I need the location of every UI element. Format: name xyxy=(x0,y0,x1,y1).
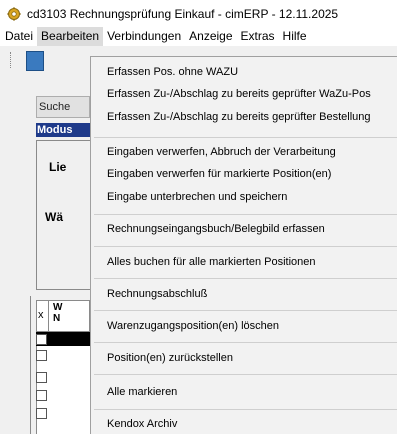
menu-item-warenzugang-loeschen[interactable]: Warenzugangsposition(en) löschen xyxy=(107,320,279,332)
row-checkbox[interactable] xyxy=(36,408,47,419)
gear-icon xyxy=(7,6,21,21)
search-button[interactable]: Suche xyxy=(36,96,90,118)
grid-divider xyxy=(48,300,49,332)
menu-separator xyxy=(94,246,397,247)
menu-item-rechnungsabschluss[interactable]: Rechnungsabschluß xyxy=(107,288,207,300)
toolbar-separator xyxy=(10,52,13,68)
menu-verbindungen[interactable]: Verbindungen xyxy=(103,27,185,46)
menu-bar: Datei Bearbeiten Verbindungen Anzeige Ex… xyxy=(0,27,397,46)
menu-item-rechnungseingangsbuch[interactable]: Rechnungseingangsbuch/Belegbild erfassen xyxy=(107,223,325,235)
grid-header xyxy=(36,300,90,332)
document-icon[interactable] xyxy=(26,51,44,71)
menu-separator xyxy=(94,278,397,279)
menu-item-alles-buchen[interactable]: Alles buchen für alle markierten Positio… xyxy=(107,256,316,268)
menu-separator xyxy=(94,409,397,410)
menu-separator xyxy=(94,374,397,375)
grid-select-column[interactable]: x xyxy=(38,309,44,321)
row-checkbox[interactable] xyxy=(36,372,47,383)
menu-item-alle-markieren[interactable]: Alle markieren xyxy=(107,386,177,398)
menu-bearbeiten[interactable]: Bearbeiten xyxy=(37,27,104,46)
grid-column-header[interactable]: W N xyxy=(53,302,62,324)
menu-hilfe[interactable]: Hilfe xyxy=(279,27,311,46)
menu-separator xyxy=(94,137,397,138)
menu-separator xyxy=(94,214,397,215)
row-checkbox[interactable] xyxy=(36,390,47,401)
menu-item-erfassen-pos[interactable]: Erfassen Pos. ohne WAZU xyxy=(107,66,238,78)
row-checkbox[interactable] xyxy=(36,350,47,361)
title-bar: cd3103 Rechnungsprüfung Einkauf - cimERP… xyxy=(0,0,397,27)
menu-datei[interactable]: Datei xyxy=(0,27,37,46)
menu-item-erfassen-zuabschlag-bestellung[interactable]: Erfassen Zu-/Abschlag zu bereits geprüft… xyxy=(107,111,371,123)
menu-item-eingabe-unterbrechen[interactable]: Eingabe unterbrechen und speichern xyxy=(107,191,287,203)
toolbar xyxy=(0,46,90,74)
menu-item-eingaben-verwerfen-abbruch[interactable]: Eingaben verwerfen, Abbruch der Verarbei… xyxy=(107,146,336,158)
menu-item-eingaben-verwerfen-markiert[interactable]: Eingaben verwerfen für markierte Positio… xyxy=(107,168,331,180)
bearbeiten-dropdown-menu: Erfassen Pos. ohne WAZU Erfassen Zu-/Abs… xyxy=(90,56,397,434)
menu-item-erfassen-zuabschlag-wazu[interactable]: Erfassen Zu-/Abschlag zu bereits geprüft… xyxy=(107,88,371,100)
menu-item-position-zurueckstellen[interactable]: Position(en) zurückstellen xyxy=(107,352,233,364)
row-checkbox[interactable] xyxy=(36,334,47,345)
menu-extras[interactable]: Extras xyxy=(237,27,279,46)
menu-separator xyxy=(94,342,397,343)
window-title: cd3103 Rechnungsprüfung Einkauf - cimERP… xyxy=(27,6,339,21)
currency-label: Wä xyxy=(45,210,63,224)
menu-anzeige[interactable]: Anzeige xyxy=(185,27,236,46)
menu-item-kendox-archiv[interactable]: Kendox Archiv xyxy=(107,418,177,430)
menu-separator xyxy=(94,310,397,311)
supplier-label: Lie xyxy=(49,160,67,174)
mode-header: Modus xyxy=(36,123,91,137)
